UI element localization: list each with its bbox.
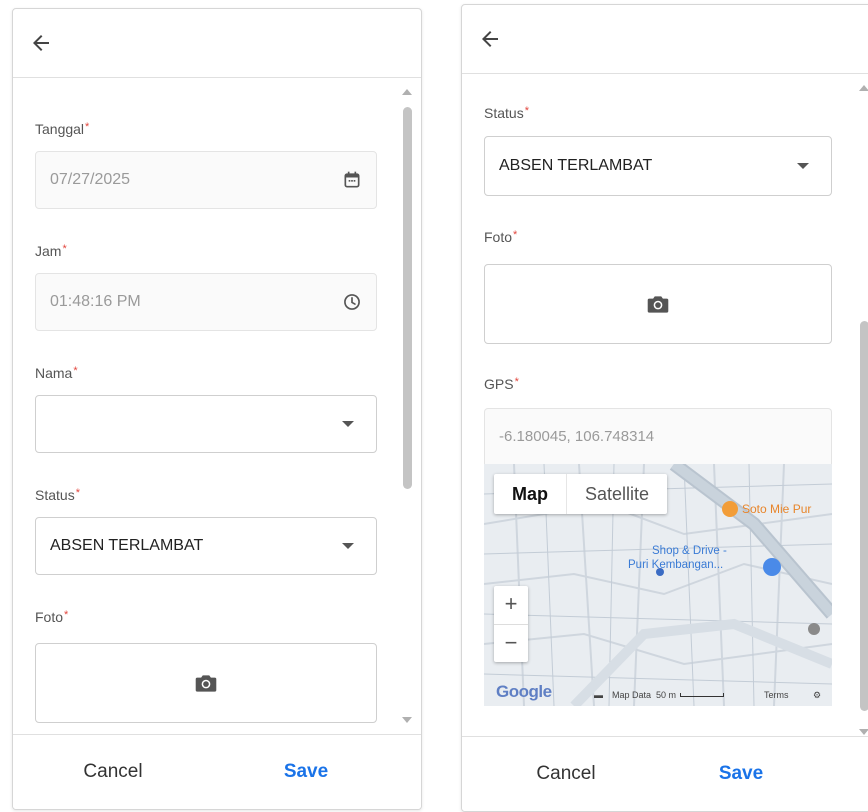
status-label: Status* [484,105,529,121]
scroll-down-icon[interactable] [859,729,868,735]
dialog-footer: Cancel Save [462,736,868,811]
status-label: Status* [35,487,80,503]
dialog-footer: Cancel Save [13,734,421,809]
zoom-in-button[interactable]: + [494,586,528,624]
camera-icon[interactable] [193,670,219,696]
form-dialog-right: Status* ABSEN TERLAMBAT Foto* GPS* -6.18… [461,4,868,812]
scroll-up-icon[interactable] [402,89,412,95]
map-scale-bar [680,693,724,697]
cancel-button[interactable]: Cancel [53,735,173,809]
zoom-out-button[interactable]: − [494,625,528,663]
keyboard-icon[interactable]: ▬ [594,690,603,700]
scrollbar[interactable] [401,85,413,729]
back-arrow-icon[interactable] [29,31,53,55]
form-dialog-left: Tanggal* 07/27/2025 Jam* 01:48:16 PM Nam… [12,8,422,810]
dialog-header [462,5,868,74]
camera-icon[interactable] [645,291,671,317]
save-button[interactable]: Save [251,735,361,809]
jam-label: Jam* [35,243,67,259]
dropdown-caret-icon [797,163,809,169]
time-field[interactable]: 01:48:16 PM [35,273,377,331]
poi-shop-drive-line2[interactable]: Puri Kembangan... [628,558,723,572]
save-button[interactable]: Save [686,737,796,811]
map-terms-link[interactable]: Terms [764,690,789,700]
scrollbar[interactable] [858,81,868,741]
foto-label: Foto* [35,609,69,625]
status-select[interactable]: ABSEN TERLAMBAT [484,136,832,196]
map-scale-label: 50 m [656,690,677,700]
foto-label: Foto* [484,229,518,245]
calendar-icon[interactable] [342,170,362,190]
zoom-control: + − [494,586,528,662]
photo-upload[interactable] [35,643,377,723]
photo-upload[interactable] [484,264,832,344]
scroll-thumb[interactable] [860,321,868,711]
status-select[interactable]: ABSEN TERLAMBAT [35,517,377,575]
map-type-control: Map Satellite [494,474,668,514]
status-value: ABSEN TERLAMBAT [499,157,653,174]
time-value: 01:48:16 PM [50,293,141,310]
google-logo: Google [496,682,552,701]
gps-value: -6.180045, 106.748314 [499,428,655,445]
map-settings-icon[interactable]: ⚙ [813,690,821,701]
scroll-down-icon[interactable] [402,717,412,723]
gps-label: GPS* [484,376,519,392]
nama-label: Nama* [35,365,78,381]
dropdown-caret-icon [342,543,354,549]
map-data-link[interactable]: Map Data [612,690,651,700]
date-field[interactable]: 07/27/2025 [35,151,377,209]
status-value: ABSEN TERLAMBAT [50,537,204,554]
map-type-satellite[interactable]: Satellite [566,474,667,514]
date-value: 07/27/2025 [50,171,131,188]
scroll-up-icon[interactable] [859,85,868,91]
map-type-map[interactable]: Map [494,474,566,514]
map-footer: Google ▬ Map Data 50 m Terms ⚙ [484,682,832,706]
cancel-button[interactable]: Cancel [506,737,626,811]
back-arrow-icon[interactable] [478,27,502,51]
poi-soto-mie[interactable]: Soto Mie Pur [742,502,811,516]
dialog-header [13,9,421,78]
poi-shop-drive-line1[interactable]: Shop & Drive - [652,544,727,558]
scroll-thumb[interactable] [403,107,412,489]
gps-field[interactable]: -6.180045, 106.748314 [484,408,832,464]
tanggal-label: Tanggal* [35,121,90,137]
dropdown-caret-icon [342,421,354,427]
map-view[interactable]: Map Satellite Soto Mie Pur Shop & Drive … [484,464,832,706]
clock-icon[interactable] [342,292,362,312]
nama-select[interactable] [35,395,377,453]
